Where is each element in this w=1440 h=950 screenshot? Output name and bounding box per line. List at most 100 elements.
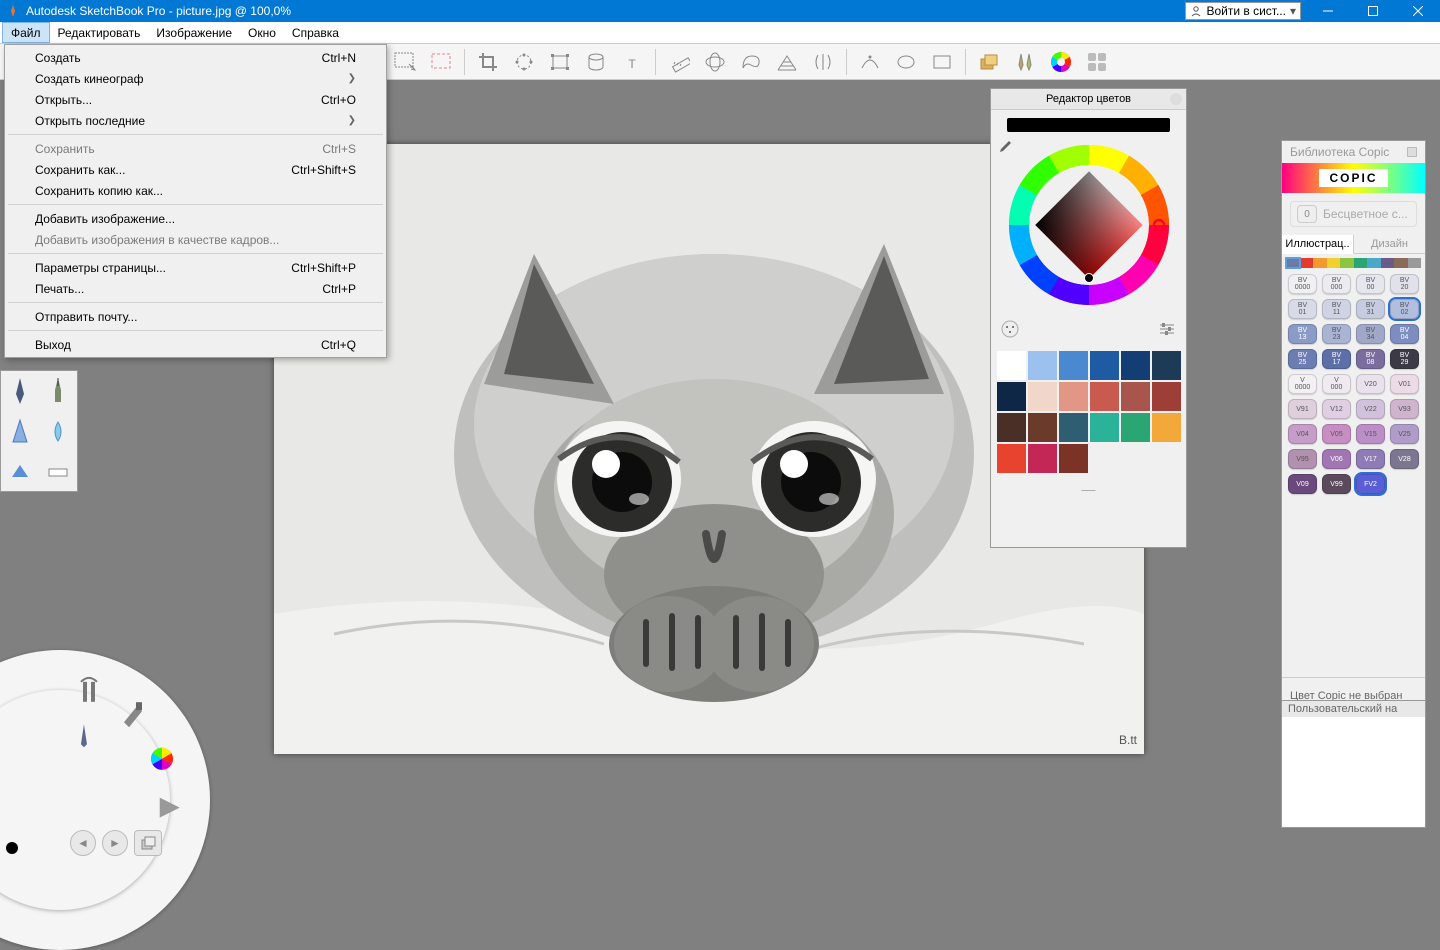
copic-chip[interactable]: V22: [1356, 399, 1385, 419]
color-swatch[interactable]: [997, 413, 1026, 442]
copic-strip-cell[interactable]: [1394, 258, 1408, 268]
sliders-icon[interactable]: [1158, 322, 1176, 339]
copic-chip[interactable]: BV00: [1356, 274, 1385, 294]
perspective-grid-icon[interactable]: [770, 46, 804, 78]
copic-chip[interactable]: V0000: [1288, 374, 1317, 394]
copic-chip[interactable]: V25: [1390, 424, 1419, 444]
copic-chip[interactable]: BV01: [1288, 299, 1317, 319]
file-menu-item[interactable]: Добавить изображение...: [7, 208, 384, 229]
copic-tab-illustration[interactable]: Иллюстрац..: [1282, 235, 1354, 254]
brushes-icon[interactable]: [1008, 46, 1042, 78]
copic-chip[interactable]: V12: [1322, 399, 1351, 419]
color-swatch[interactable]: [1090, 413, 1119, 442]
copic-chip[interactable]: BV34: [1356, 324, 1385, 344]
color-swatch[interactable]: [1090, 382, 1119, 411]
copic-strip-cell[interactable]: [1381, 258, 1395, 268]
file-menu-item[interactable]: Сохранить копию как...: [7, 180, 384, 201]
color-swatch[interactable]: [1152, 413, 1181, 442]
menu-window[interactable]: Окно: [240, 22, 284, 43]
file-menu-item[interactable]: Параметры страницы...Ctrl+Shift+P: [7, 257, 384, 278]
color-swatch[interactable]: [1059, 413, 1088, 442]
file-menu-item[interactable]: Сохранить как...Ctrl+Shift+S: [7, 159, 384, 180]
curve-icon[interactable]: [853, 46, 887, 78]
copic-chip[interactable]: V91: [1288, 399, 1317, 419]
color-swatch[interactable]: [1152, 351, 1181, 380]
brush-pencil-icon[interactable]: [1, 371, 39, 411]
color-swatch[interactable]: [1028, 382, 1057, 411]
transform-free-icon[interactable]: [507, 46, 541, 78]
file-menu-item[interactable]: Открыть...Ctrl+O: [7, 89, 384, 110]
menu-image[interactable]: Изображение: [148, 22, 240, 43]
copic-color-strip[interactable]: [1286, 258, 1421, 268]
copic-strip-cell[interactable]: [1313, 258, 1327, 268]
shape-ellipse-icon[interactable]: [889, 46, 923, 78]
marquee-dashed-icon[interactable]: [424, 46, 458, 78]
copic-chip[interactable]: V15: [1356, 424, 1385, 444]
lagoon-radial-menu[interactable]: [0, 650, 210, 950]
lagoon-layers-button[interactable]: [134, 830, 162, 856]
shape-rect-icon[interactable]: [925, 46, 959, 78]
current-color-swatch[interactable]: [1007, 118, 1170, 132]
copic-chip[interactable]: V04: [1288, 424, 1317, 444]
marquee-rect-icon[interactable]: [388, 46, 422, 78]
file-menu-item[interactable]: Печать...Ctrl+P: [7, 278, 384, 299]
menu-file[interactable]: Файл: [2, 22, 50, 43]
color-wheel[interactable]: [1004, 140, 1174, 310]
copic-chip[interactable]: V05: [1322, 424, 1351, 444]
copic-chip[interactable]: BV11: [1322, 299, 1351, 319]
window-minimize-button[interactable]: [1305, 0, 1350, 22]
file-menu-item[interactable]: ВыходCtrl+Q: [7, 334, 384, 355]
copic-chip[interactable]: BV000: [1322, 274, 1351, 294]
menu-edit[interactable]: Редактировать: [50, 22, 149, 43]
copic-chip[interactable]: V01: [1390, 374, 1419, 394]
symmetry-icon[interactable]: [806, 46, 840, 78]
copic-chip[interactable]: BV04: [1390, 324, 1419, 344]
copic-chip[interactable]: BV23: [1322, 324, 1351, 344]
copic-chip[interactable]: BV25: [1288, 349, 1317, 369]
copic-chip[interactable]: V17: [1356, 449, 1385, 469]
crop-icon[interactable]: [471, 46, 505, 78]
copic-chip[interactable]: BV29: [1390, 349, 1419, 369]
copic-colorless-button[interactable]: 0 Бесцветное с...: [1290, 201, 1417, 227]
color-wheel-icon[interactable]: [1044, 46, 1078, 78]
color-swatch[interactable]: [1028, 413, 1057, 442]
copic-strip-cell[interactable]: [1286, 258, 1300, 268]
color-swatch[interactable]: [1121, 351, 1150, 380]
french-curve-icon[interactable]: [734, 46, 768, 78]
copic-chip[interactable]: V99: [1322, 474, 1351, 494]
copic-chip[interactable]: FV2: [1356, 474, 1385, 494]
transform-box-icon[interactable]: [543, 46, 577, 78]
random-color-icon[interactable]: [1001, 320, 1019, 341]
brush-smudge-icon[interactable]: [39, 411, 77, 451]
copic-chip[interactable]: V28: [1390, 449, 1419, 469]
copic-pin-icon[interactable]: [1407, 147, 1417, 157]
color-swatch[interactable]: [1059, 444, 1088, 473]
color-editor-close-icon[interactable]: [1170, 93, 1182, 105]
file-menu-item[interactable]: Открыть последние❯: [7, 110, 384, 131]
perspective-icon[interactable]: [579, 46, 613, 78]
brush-hard-icon[interactable]: [1, 451, 39, 491]
brush-marker-icon[interactable]: [1, 411, 39, 451]
copic-chip[interactable]: V000: [1322, 374, 1351, 394]
window-maximize-button[interactable]: [1350, 0, 1395, 22]
file-menu-item[interactable]: Отправить почту...: [7, 306, 384, 327]
copic-chip[interactable]: BV0000: [1288, 274, 1317, 294]
file-menu-item[interactable]: СоздатьCtrl+N: [7, 47, 384, 68]
copic-strip-cell[interactable]: [1340, 258, 1354, 268]
lagoon-color-dot[interactable]: [6, 842, 18, 854]
color-swatch[interactable]: [1090, 351, 1119, 380]
ruler-icon[interactable]: [662, 46, 696, 78]
color-swatch[interactable]: [1152, 382, 1181, 411]
color-swatch[interactable]: [1028, 444, 1057, 473]
color-swatch[interactable]: [1121, 382, 1150, 411]
copic-chip[interactable]: BV17: [1322, 349, 1351, 369]
color-swatch[interactable]: [997, 382, 1026, 411]
copic-chip[interactable]: V06: [1322, 449, 1351, 469]
copic-strip-cell[interactable]: [1367, 258, 1381, 268]
color-swatch[interactable]: [1028, 351, 1057, 380]
brush-pen-icon[interactable]: [39, 371, 77, 411]
file-menu-item[interactable]: Создать кинеограф❯: [7, 68, 384, 89]
copic-chip[interactable]: V93: [1390, 399, 1419, 419]
copic-user-body[interactable]: [1282, 717, 1425, 827]
copic-chip[interactable]: V20: [1356, 374, 1385, 394]
